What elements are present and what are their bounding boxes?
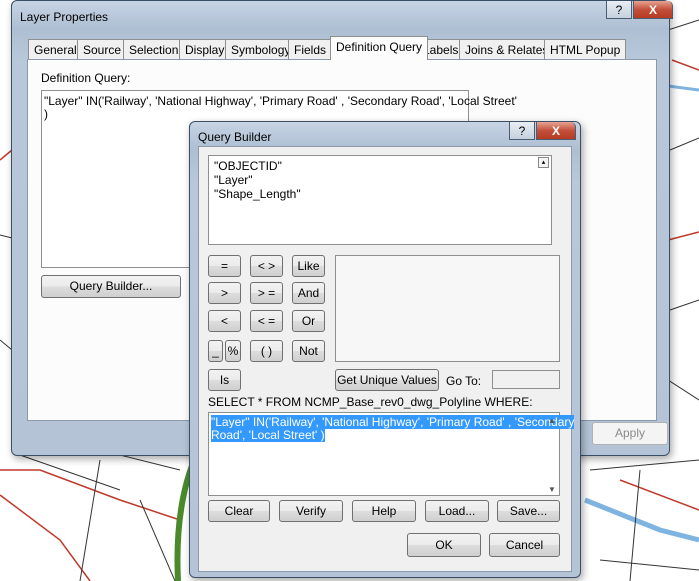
cancel-button[interactable]: Cancel [489, 533, 560, 557]
resize-grip-icon[interactable]: ▴ [538, 157, 549, 168]
help-icon: ? [615, 3, 623, 17]
query-builder-title: Query Builder [198, 130, 272, 144]
tab-label: Symbology [231, 43, 291, 57]
tab-joins-relates[interactable]: Joins & Relates [459, 39, 555, 59]
tab-general[interactable]: General [28, 39, 83, 59]
operator-greater-equal-button[interactable]: > = [250, 282, 283, 304]
load-button[interactable]: Load... [425, 500, 489, 522]
expression-line: Road', 'Local Street' ) [211, 428, 325, 442]
operator-percent-button[interactable]: % [225, 340, 241, 362]
field-list-item[interactable]: "Layer" [214, 173, 546, 187]
tab-label: Source [83, 43, 122, 57]
clear-button[interactable]: Clear [208, 500, 270, 522]
ok-button[interactable]: OK [407, 533, 481, 557]
layer-properties-title: Layer Properties [20, 10, 109, 24]
tab-fields[interactable]: Fields [288, 39, 333, 59]
query-builder-help-button[interactable]: ? [509, 122, 535, 140]
definition-query-label: Definition Query: [41, 71, 131, 85]
operator-not-button[interactable]: Not [292, 340, 325, 362]
tab-label: Definition Query [336, 40, 423, 54]
operator-like-button[interactable]: Like [292, 255, 325, 277]
definition-query-line: "Layer" IN('Railway', 'National Highway'… [44, 94, 517, 108]
unique-values-list[interactable] [335, 255, 560, 362]
definition-query-line: ) [44, 107, 48, 121]
tab-label: Labels [423, 43, 459, 57]
tab-selection[interactable]: Selection [123, 39, 185, 59]
tab-label: General [34, 43, 77, 57]
operator-less-button[interactable]: < [208, 310, 241, 332]
tab-label: HTML Popup [550, 43, 621, 57]
scroll-down-icon[interactable]: ▼ [546, 485, 558, 494]
operator-not-equal-button[interactable]: < > [250, 255, 283, 277]
query-builder-body: "OBJECTID" "Layer" "Shape_Length" ▴ = < … [198, 146, 575, 572]
operator-underscore-button[interactable]: _ [208, 340, 223, 362]
operator-and-button[interactable]: And [292, 282, 325, 304]
operator-is-button[interactable]: Is [208, 369, 241, 391]
save-button[interactable]: Save... [497, 500, 560, 522]
tab-html-popup[interactable]: HTML Popup [544, 39, 627, 59]
field-list-item[interactable]: "OBJECTID" [214, 159, 546, 173]
select-statement-label: SELECT * FROM NCMP_Base_rev0_dwg_Polylin… [208, 395, 533, 409]
close-icon: X [648, 3, 657, 17]
query-builder-close-button[interactable]: X [536, 122, 576, 140]
tab-definition-query[interactable]: Definition Query [330, 36, 429, 60]
apply-button[interactable]: Apply [592, 422, 668, 445]
query-builder-button[interactable]: Query Builder... [41, 275, 181, 298]
expression-line: "Layer" IN('Railway', 'National Highway'… [211, 415, 575, 429]
field-list[interactable]: "OBJECTID" "Layer" "Shape_Length" ▴ [208, 155, 552, 245]
tab-symbology[interactable]: Symbology [225, 39, 297, 59]
go-to-label: Go To: [446, 374, 482, 388]
tab-label: Display [185, 43, 225, 57]
help-icon: ? [518, 124, 526, 138]
operator-less-equal-button[interactable]: < = [250, 310, 283, 332]
get-unique-values-button[interactable]: Get Unique Values [335, 369, 439, 391]
operator-or-button[interactable]: Or [292, 310, 325, 332]
expression-textarea[interactable]: "Layer" IN('Railway', 'National Highway'… [208, 412, 575, 496]
operator-greater-button[interactable]: > [208, 282, 241, 304]
layer-properties-close-button[interactable]: X [633, 1, 673, 19]
tab-display[interactable]: Display [179, 39, 231, 59]
tab-label: Selection [129, 43, 179, 57]
query-builder-window: Query Builder ? X "OBJECTID" "Layer" "Sh… [189, 121, 581, 578]
tab-source[interactable]: Source [77, 39, 128, 59]
verify-button[interactable]: Verify [279, 500, 343, 522]
layer-properties-help-button[interactable]: ? [606, 1, 632, 19]
go-to-input[interactable] [492, 370, 560, 389]
scroll-up-icon[interactable]: ▲ [546, 416, 558, 425]
tab-label: Fields [294, 43, 327, 57]
tab-label: Joins & Relates [465, 43, 549, 57]
operator-equals-button[interactable]: = [208, 255, 241, 277]
operator-parentheses-button[interactable]: ( ) [250, 340, 283, 362]
close-icon: X [551, 124, 560, 138]
help-button[interactable]: Help [352, 500, 416, 522]
field-list-item[interactable]: "Shape_Length" [214, 187, 546, 201]
